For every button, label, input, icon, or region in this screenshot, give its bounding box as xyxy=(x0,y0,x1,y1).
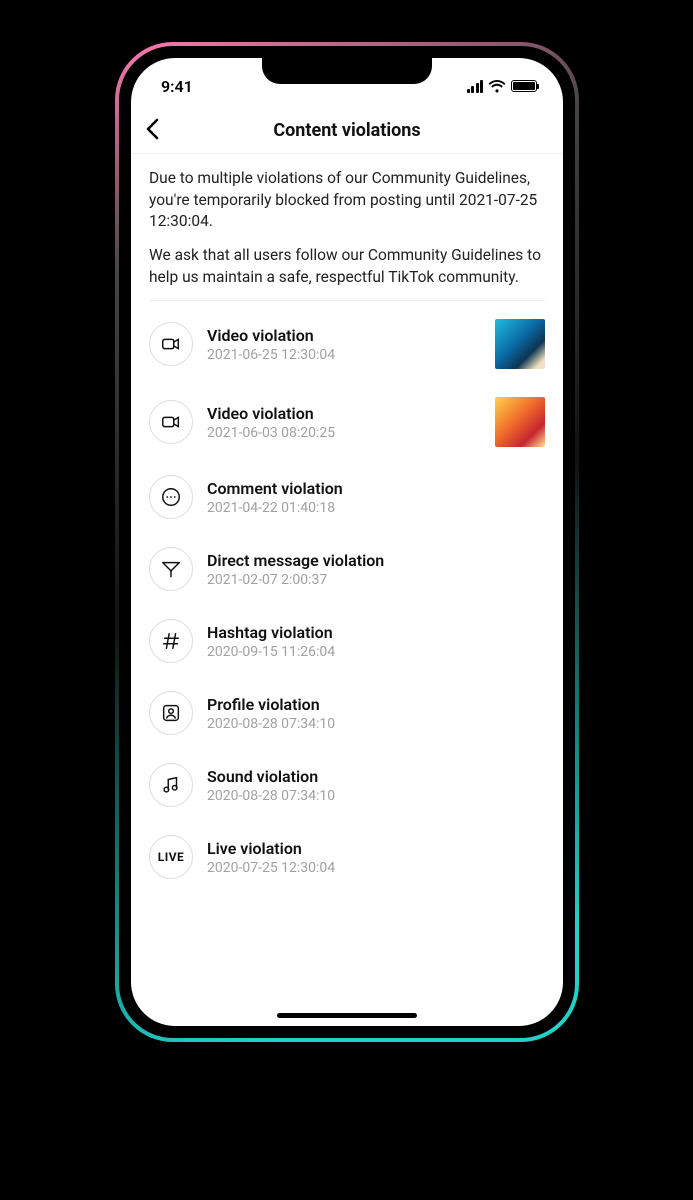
violation-timestamp: 2020-08-28 07:34:10 xyxy=(207,788,545,804)
violation-text: Profile violation2020-08-28 07:34:10 xyxy=(207,695,545,732)
violation-thumbnail xyxy=(495,319,545,369)
violation-row[interactable]: Profile violation2020-08-28 07:34:10 xyxy=(149,677,545,749)
chevron-left-icon xyxy=(145,118,159,140)
violation-timestamp: 2021-04-22 01:40:18 xyxy=(207,500,545,516)
violation-title: Profile violation xyxy=(207,695,545,715)
violation-timestamp: 2020-08-28 07:34:10 xyxy=(207,716,545,732)
profile-icon xyxy=(149,691,193,735)
status-time: 9:41 xyxy=(161,77,193,96)
violation-row[interactable]: Sound violation2020-08-28 07:34:10 xyxy=(149,749,545,821)
violation-title: Live violation xyxy=(207,839,545,859)
violation-row[interactable]: LIVE Live violation2020-07-25 12:30:04 xyxy=(149,821,545,893)
live-icon: LIVE xyxy=(149,835,193,879)
violation-title: Hashtag violation xyxy=(207,623,545,643)
violation-title: Video violation xyxy=(207,404,481,424)
battery-icon xyxy=(511,80,537,92)
hashtag-icon xyxy=(149,619,193,663)
violation-title: Sound violation xyxy=(207,767,545,787)
dm-icon xyxy=(149,547,193,591)
video-icon xyxy=(149,400,193,444)
divider xyxy=(149,300,545,301)
blocked-notice-line1: Due to multiple violations of our Commun… xyxy=(149,168,545,233)
page-title: Content violations xyxy=(131,120,563,141)
violation-row[interactable]: Video violation2021-06-03 08:20:25 xyxy=(149,383,545,461)
navigation-bar: Content violations xyxy=(131,108,563,154)
content-area: Due to multiple violations of our Commun… xyxy=(131,154,563,1026)
violation-text: Sound violation2020-08-28 07:34:10 xyxy=(207,767,545,804)
video-icon xyxy=(149,322,193,366)
back-button[interactable] xyxy=(145,118,159,144)
phone-screen: 9:41 xyxy=(131,58,563,1026)
violation-row[interactable]: Comment violation2021-04-22 01:40:18 xyxy=(149,461,545,533)
violation-text: Comment violation2021-04-22 01:40:18 xyxy=(207,479,545,516)
violation-title: Comment violation xyxy=(207,479,545,499)
phone-frame: 9:41 xyxy=(115,42,579,1042)
violation-timestamp: 2021-02-07 2:00:37 xyxy=(207,572,545,588)
comment-icon xyxy=(149,475,193,519)
blocked-notice-line2: We ask that all users follow our Communi… xyxy=(149,245,545,288)
violation-timestamp: 2021-06-03 08:20:25 xyxy=(207,425,481,441)
violation-row[interactable]: Video violation2021-06-25 12:30:04 xyxy=(149,305,545,383)
violation-text: Hashtag violation2020-09-15 11:26:04 xyxy=(207,623,545,660)
cellular-signal-icon xyxy=(467,80,484,93)
violation-timestamp: 2020-09-15 11:26:04 xyxy=(207,644,545,660)
violation-thumbnail xyxy=(495,397,545,447)
sound-icon xyxy=(149,763,193,807)
violation-text: Direct message violation2021-02-07 2:00:… xyxy=(207,551,545,588)
violations-list: Video violation2021-06-25 12:30:04Video … xyxy=(149,305,545,893)
home-indicator[interactable] xyxy=(277,1013,417,1018)
phone-bezel: 9:41 xyxy=(119,46,575,1038)
violation-text: Video violation2021-06-03 08:20:25 xyxy=(207,404,481,441)
violation-text: Live violation2020-07-25 12:30:04 xyxy=(207,839,545,876)
wifi-icon xyxy=(488,80,506,93)
violation-text: Video violation2021-06-25 12:30:04 xyxy=(207,326,481,363)
violation-title: Video violation xyxy=(207,326,481,346)
violation-timestamp: 2020-07-25 12:30:04 xyxy=(207,860,545,876)
phone-notch xyxy=(262,58,432,84)
status-indicators xyxy=(467,80,538,93)
violation-row[interactable]: Direct message violation2021-02-07 2:00:… xyxy=(149,533,545,605)
violation-row[interactable]: Hashtag violation2020-09-15 11:26:04 xyxy=(149,605,545,677)
violation-timestamp: 2021-06-25 12:30:04 xyxy=(207,347,481,363)
violation-title: Direct message violation xyxy=(207,551,545,571)
